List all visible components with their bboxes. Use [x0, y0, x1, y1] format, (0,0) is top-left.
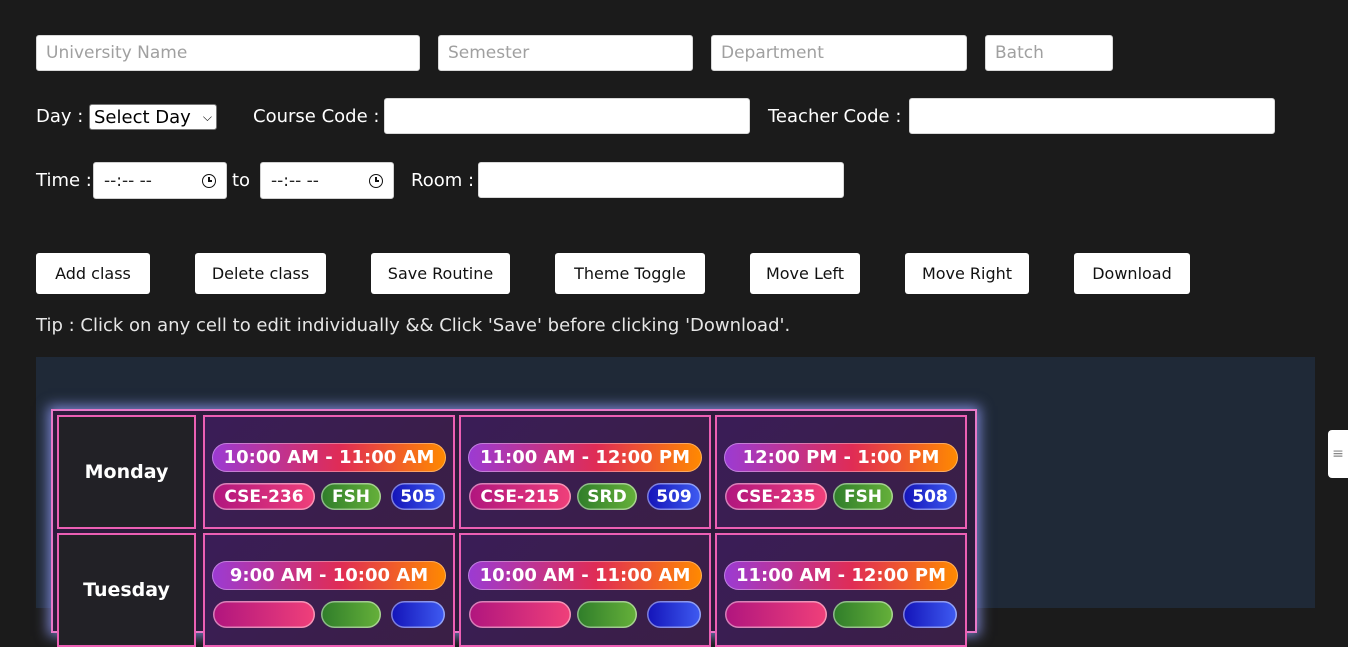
time-start-input[interactable]: --:-- --: [93, 162, 227, 199]
download-button[interactable]: Download: [1074, 253, 1190, 294]
theme-toggle-button[interactable]: Theme Toggle: [555, 253, 705, 294]
day-select-value: Select Day: [94, 106, 191, 128]
move-left-button[interactable]: Move Left: [750, 253, 860, 294]
side-tab[interactable]: ≡: [1328, 430, 1348, 478]
room-pill: [391, 601, 445, 628]
room-pill: [903, 601, 957, 628]
time-pill: 10:00 AM - 11:00 AM: [468, 561, 702, 590]
time-start-value: --:-- --: [104, 170, 152, 191]
add-class-button[interactable]: Add class: [36, 253, 150, 294]
course-code-pill: CSE-215: [469, 483, 571, 510]
time-pill: 11:00 AM - 12:00 PM: [468, 443, 702, 472]
slot-cell[interactable]: 10:00 AM - 11:00 AM CSE-236 FSH 505: [203, 415, 455, 529]
time-pill: 9:00 AM - 10:00 AM: [212, 561, 446, 590]
slot-cell[interactable]: 11:00 AM - 12:00 PM CSE-215 SRD 509: [459, 415, 711, 529]
university-name-input[interactable]: [36, 35, 420, 71]
clock-icon[interactable]: [369, 173, 383, 188]
course-code-label: Course Code :: [253, 106, 380, 127]
course-code-input[interactable]: [384, 98, 750, 134]
teacher-code-label: Teacher Code :: [768, 106, 902, 127]
room-input[interactable]: [478, 162, 844, 198]
day-name: Tuesday: [83, 579, 170, 601]
course-code-pill: [213, 601, 315, 628]
teacher-pill: SRD: [577, 483, 637, 510]
slot-cell[interactable]: 12:00 PM - 1:00 PM CSE-235 FSH 508: [715, 415, 967, 529]
room-pill: [647, 601, 701, 628]
day-name: Monday: [84, 461, 169, 483]
room-pill: 509: [647, 483, 701, 510]
routine-table: Monday 10:00 AM - 11:00 AM CSE-236 FSH 5…: [51, 409, 977, 647]
teacher-code-input[interactable]: [909, 98, 1275, 134]
chevron-down-icon: ⌵: [202, 109, 212, 124]
teacher-pill: [577, 601, 637, 628]
delete-class-button[interactable]: Delete class: [195, 253, 326, 294]
time-label: Time :: [36, 170, 92, 191]
slot-cell[interactable]: 11:00 AM - 12:00 PM: [715, 533, 967, 647]
time-pill: 11:00 AM - 12:00 PM: [724, 561, 958, 590]
clock-icon[interactable]: [202, 173, 216, 188]
save-routine-button[interactable]: Save Routine: [371, 253, 510, 294]
day-label: Day :: [36, 106, 84, 127]
grip-icon: ≡: [1332, 446, 1344, 462]
course-code-pill: CSE-235: [725, 483, 827, 510]
batch-input[interactable]: [985, 35, 1113, 71]
tip-text: Tip : Click on any cell to edit individu…: [36, 315, 791, 336]
time-end-value: --:-- --: [271, 170, 319, 191]
day-cell-monday[interactable]: Monday: [57, 415, 196, 529]
time-pill: 10:00 AM - 11:00 AM: [212, 443, 446, 472]
slot-cell[interactable]: 10:00 AM - 11:00 AM: [459, 533, 711, 647]
department-input[interactable]: [711, 35, 967, 71]
course-code-pill: [725, 601, 827, 628]
day-cell-tuesday[interactable]: Tuesday: [57, 533, 196, 647]
room-pill: 508: [903, 483, 957, 510]
teacher-pill: FSH: [321, 483, 381, 510]
teacher-pill: [321, 601, 381, 628]
slot-cell[interactable]: 9:00 AM - 10:00 AM: [203, 533, 455, 647]
course-code-pill: CSE-236: [213, 483, 315, 510]
time-end-input[interactable]: --:-- --: [260, 162, 394, 199]
move-right-button[interactable]: Move Right: [905, 253, 1029, 294]
course-code-pill: [469, 601, 571, 628]
room-label: Room :: [411, 170, 475, 191]
teacher-pill: [833, 601, 893, 628]
to-label: to: [232, 170, 251, 191]
room-pill: 505: [391, 483, 445, 510]
time-pill: 12:00 PM - 1:00 PM: [724, 443, 958, 472]
semester-input[interactable]: [438, 35, 693, 71]
day-select[interactable]: Select Day ⌵: [89, 104, 217, 130]
teacher-pill: FSH: [833, 483, 893, 510]
